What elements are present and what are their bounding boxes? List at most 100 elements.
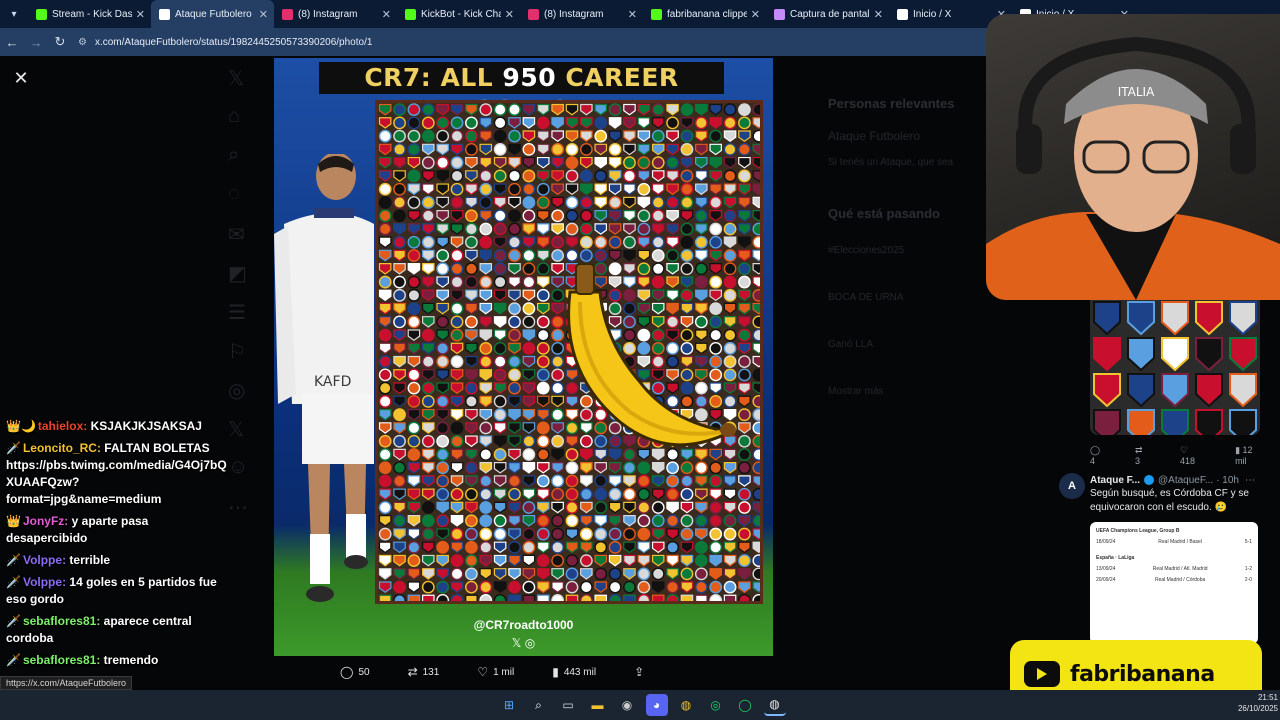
reply-stats: ◯ 4 ⇄ 3 ♡ 418 ▮ 12 mil bbox=[1090, 445, 1270, 466]
back-icon[interactable]: ← bbox=[0, 28, 24, 56]
windows-icon[interactable]: ⊞ bbox=[498, 694, 520, 716]
chat-username[interactable]: sebaflores81: bbox=[23, 614, 100, 628]
browser-tab[interactable]: KickBot - Kick Chatbo ✕ bbox=[397, 0, 520, 28]
browser-tab[interactable]: Ataque Futbolero en ✕ bbox=[151, 0, 274, 28]
whatsapp-icon[interactable]: ◯ bbox=[734, 694, 756, 716]
chat-username[interactable]: Volppe: bbox=[23, 553, 66, 567]
task-view-icon[interactable]: ▭ bbox=[557, 694, 579, 716]
chat-message: 👑🌙 tahielox: KSJAKJKJSAKSAJ bbox=[6, 418, 230, 435]
views-button[interactable]: ▮ 443 mil bbox=[552, 665, 596, 679]
shirt-sponsor-text: KAFD bbox=[314, 374, 351, 390]
chat-message: 🗡️ sebaflores81: tremendo bbox=[6, 652, 230, 669]
card-competition: UEFA Champions League, Group B bbox=[1096, 528, 1180, 534]
share-button[interactable]: ⇪ bbox=[634, 665, 649, 679]
brand-name: fabribanana bbox=[1070, 661, 1215, 687]
tab-label: (8) Instagram bbox=[298, 8, 358, 20]
site-info-icon[interactable]: ⚙ bbox=[78, 37, 87, 48]
chat-message: 🗡️ sebaflores81: aparece central cordoba bbox=[6, 613, 230, 647]
screen: ▾ Stream - Kick Dashbo✕Ataque Futbolero … bbox=[0, 0, 1280, 720]
chat-message: 👑 JonyFz: y aparte pasa desapercibido bbox=[6, 513, 230, 547]
chat-username[interactable]: tahielox: bbox=[38, 419, 87, 433]
reply-author-name[interactable]: Ataque F... bbox=[1090, 475, 1140, 486]
tab-close-icon[interactable]: ✕ bbox=[628, 8, 637, 21]
more-options-icon[interactable]: ⋯ bbox=[1245, 475, 1255, 486]
chat-username[interactable]: sebaflores81: bbox=[23, 653, 100, 667]
system-clock[interactable]: 21:51 26/10/2025 bbox=[1222, 692, 1278, 714]
tab-close-icon[interactable]: ✕ bbox=[136, 8, 145, 21]
browser-tab[interactable]: Stream - Kick Dashbo ✕ bbox=[28, 0, 151, 28]
close-photo-icon[interactable]: ✕ bbox=[11, 68, 31, 88]
reply-time: · 10h bbox=[1216, 474, 1239, 486]
youtube-icon bbox=[1024, 661, 1060, 687]
chat-badge-icon: 🗡️ bbox=[6, 441, 21, 455]
x-icon bbox=[897, 8, 908, 20]
tab-close-icon[interactable]: ✕ bbox=[382, 8, 391, 21]
reply-author-handle[interactable]: @AtaqueF... bbox=[1158, 475, 1213, 486]
streamer-figure: ITALIA bbox=[986, 36, 1280, 300]
reply-replies[interactable]: ◯ 4 bbox=[1090, 445, 1115, 466]
chrome-icon[interactable]: ◍ bbox=[675, 694, 697, 716]
heart-icon: ♡ bbox=[477, 665, 489, 679]
verified-icon bbox=[1144, 475, 1155, 485]
post-action-bar: ◯ 50 ⇄ 131 ♡ 1 mil ▮ 443 mil ⇪ bbox=[340, 664, 720, 680]
repost-button[interactable]: ⇄ 131 bbox=[408, 665, 440, 679]
reload-icon[interactable]: ↻ bbox=[48, 28, 72, 56]
reply-header: Ataque F... @AtaqueF... · 10h ⋯ bbox=[1059, 473, 1274, 487]
tab-label: fabribanana clipped bbox=[667, 8, 747, 20]
forward-icon[interactable]: → bbox=[24, 28, 48, 56]
chat-username[interactable]: Leoncito_RC: bbox=[23, 441, 101, 455]
chat-username[interactable]: Volppe: bbox=[23, 575, 66, 589]
tab-label: Captura de pantalla p bbox=[790, 8, 870, 20]
browser-tab[interactable]: Captura de pantalla p ✕ bbox=[766, 0, 889, 28]
search-icon[interactable]: ⌕ bbox=[528, 694, 550, 716]
share-icon: ⇪ bbox=[634, 665, 645, 679]
like-button[interactable]: ♡ 1 mil bbox=[477, 665, 514, 679]
tab-close-icon[interactable]: ✕ bbox=[751, 8, 760, 21]
trending-heading: Qué está pasando bbox=[828, 206, 940, 221]
tab-close-icon[interactable]: ✕ bbox=[505, 8, 514, 21]
chat-badge-icon: 🗡️ bbox=[6, 653, 21, 667]
tab-close-icon[interactable]: ✕ bbox=[259, 8, 268, 21]
chat-badge-icon: 🗡️ bbox=[6, 553, 21, 567]
player-figure: KAFD bbox=[274, 154, 374, 602]
post-photo[interactable]: CR7: ALL 950 CAREER GOALS KAFD @CR7roadt… bbox=[274, 58, 773, 656]
tab-close-icon[interactable]: ✕ bbox=[874, 8, 883, 21]
chat-text: KSJAKJKJSAKSAJ bbox=[87, 419, 202, 433]
obs-icon[interactable]: ◉ bbox=[616, 694, 638, 716]
x-right-sidebar-dimmed: Personas relevantes Ataque Futbolero Si … bbox=[828, 60, 988, 397]
banana-sticker bbox=[567, 263, 736, 447]
taskbar-icons: ⊞ ⌕ ▭ ▬ ◉ ◕ ◍ ◎ ◯ ◍ bbox=[498, 694, 793, 716]
chat-badge-icon: 👑 bbox=[6, 514, 21, 528]
chat-username[interactable]: JonyFz: bbox=[23, 514, 68, 528]
reply-button[interactable]: ◯ 50 bbox=[340, 665, 370, 679]
tab-search-icon[interactable]: ▾ bbox=[0, 0, 28, 28]
chat-message: 🗡️ Leoncito_RC: FALTAN BOLETAS https://pb… bbox=[6, 440, 230, 508]
webcam-overlay: ITALIA bbox=[986, 14, 1280, 300]
chat-text: terrible bbox=[66, 553, 111, 567]
spotify-icon[interactable]: ◎ bbox=[705, 694, 727, 716]
svg-text:ITALIA: ITALIA bbox=[1118, 85, 1155, 99]
reply-likes[interactable]: ♡ 418 bbox=[1180, 445, 1215, 466]
chat-text: tremendo bbox=[100, 653, 159, 667]
file-explorer-icon[interactable]: ▬ bbox=[587, 694, 609, 716]
trend-item: #Elecciones2025 bbox=[828, 245, 905, 256]
reply-crest-image[interactable] bbox=[1090, 300, 1260, 435]
chrome-alt-icon[interactable]: ◍ bbox=[763, 694, 786, 716]
reply-reposts[interactable]: ⇄ 3 bbox=[1135, 445, 1160, 466]
match-row: 13/09/24 Real Madrid / Atl. Madrid 1-2 bbox=[1096, 566, 1252, 572]
browser-tab[interactable]: (8) Instagram ✕ bbox=[520, 0, 643, 28]
url-text: x.com/AtaqueFutbolero/status/19824452505… bbox=[94, 36, 373, 48]
browser-tab[interactable]: fabribanana clipped ✕ bbox=[643, 0, 766, 28]
tab-label: Stream - Kick Dashbo bbox=[52, 8, 132, 20]
relevant-account-bio: Si tenés un Ataque, que sea bbox=[828, 157, 954, 168]
chat-badge-icon: 🗡️ bbox=[6, 575, 21, 589]
discord-icon[interactable]: ◕ bbox=[645, 694, 668, 716]
relevant-account-name: Ataque Futbolero bbox=[828, 129, 921, 143]
url-field[interactable]: ⚙ x.com/AtaqueFutbolero/status/198244525… bbox=[78, 32, 958, 52]
relevant-people-heading: Personas relevantes bbox=[828, 96, 955, 111]
clock-time: 21:51 bbox=[1257, 693, 1278, 702]
match-row: 20/09/24 Real Madrid / Córdoba 2-0 bbox=[1096, 577, 1252, 583]
reply-views[interactable]: ▮ 12 mil bbox=[1235, 445, 1267, 466]
match-results-card[interactable]: UEFA Champions League, Group B 18/09/24 … bbox=[1090, 522, 1258, 644]
browser-tab[interactable]: (8) Instagram ✕ bbox=[274, 0, 397, 28]
